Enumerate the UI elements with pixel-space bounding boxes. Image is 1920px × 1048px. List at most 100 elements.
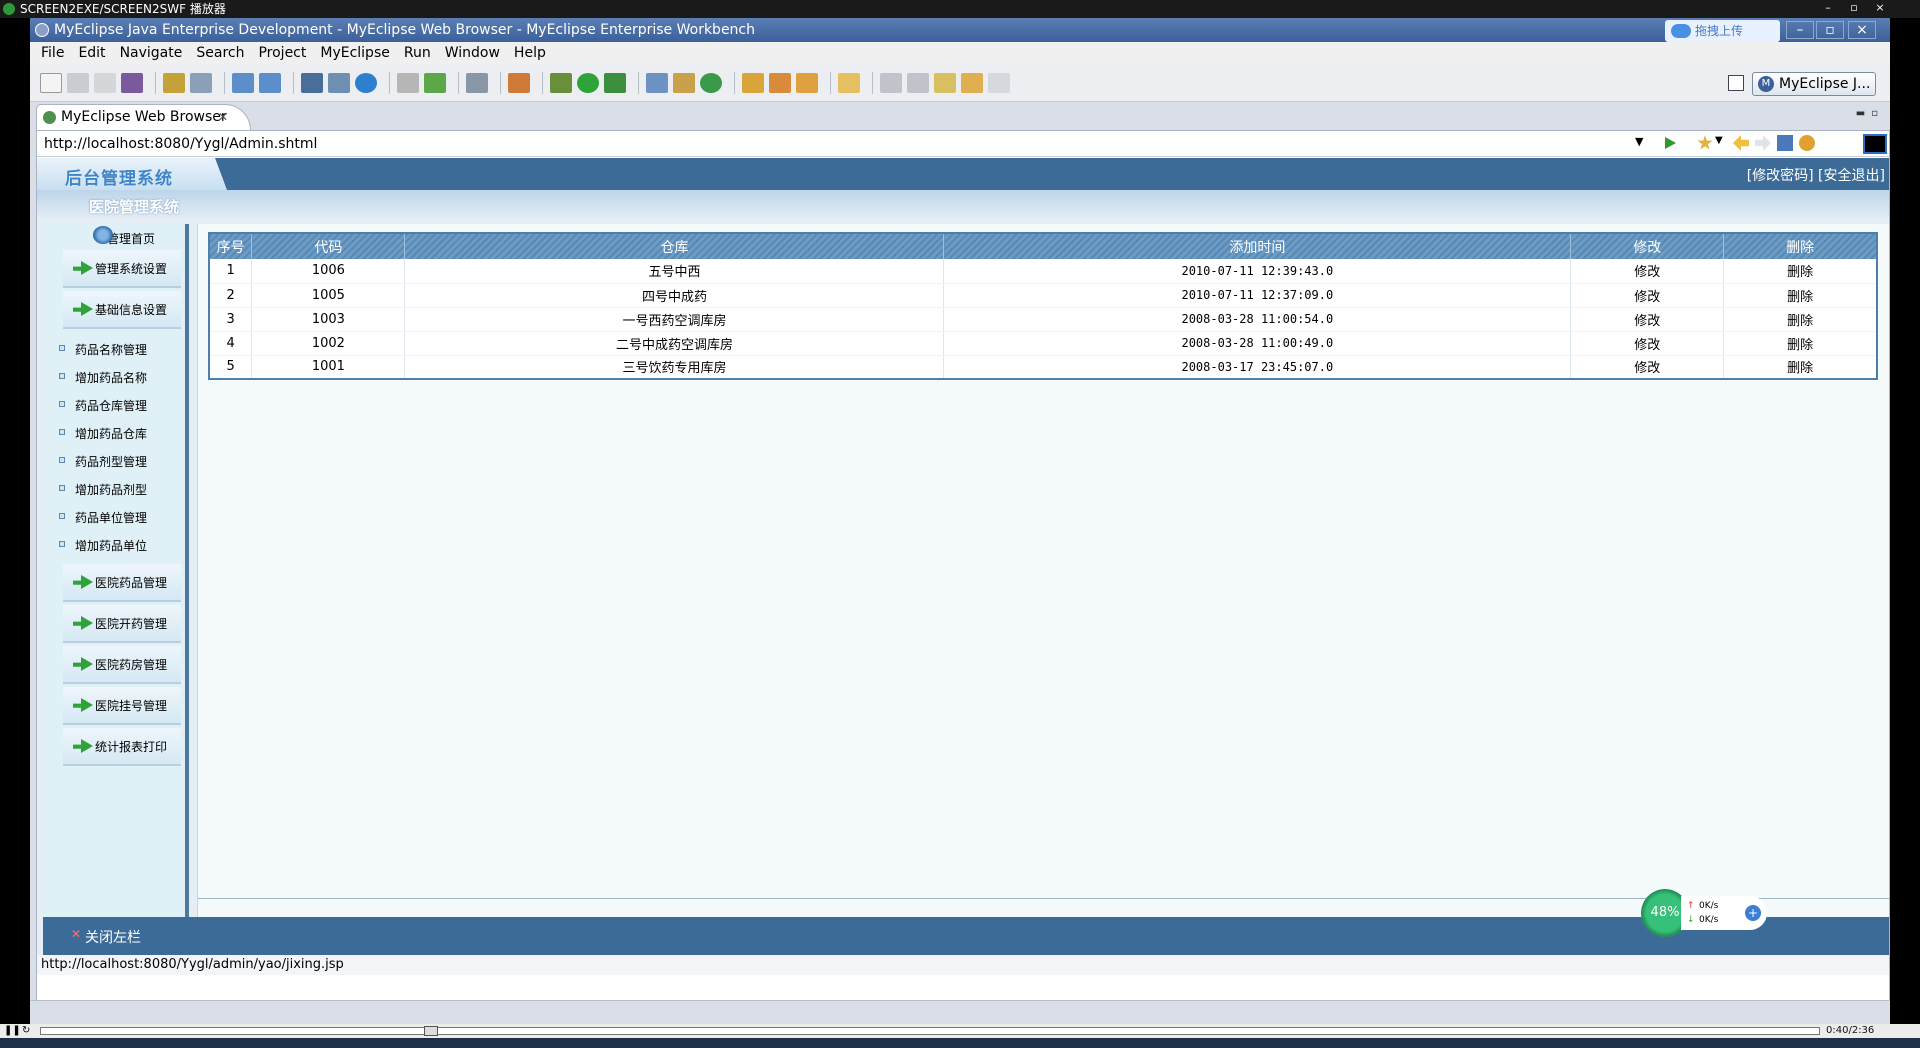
sidebar-section-prescription-manage[interactable]: 医院开药管理: [63, 605, 181, 643]
menu-navigate[interactable]: Navigate: [113, 42, 190, 64]
next-annotation-icon[interactable]: [880, 72, 902, 93]
favorites-icon[interactable]: [1697, 135, 1713, 150]
replay-icon[interactable]: ↻: [22, 1025, 30, 1036]
menu-search[interactable]: Search: [189, 42, 251, 64]
menu-file[interactable]: File: [34, 42, 71, 64]
open-folder-icon[interactable]: [742, 72, 764, 93]
screen-icon[interactable]: [466, 72, 488, 93]
minimize-maximize-icons[interactable]: ▬▫: [1856, 108, 1884, 119]
go-icon[interactable]: [1662, 135, 1678, 151]
sidebar-section-system-settings[interactable]: 管理系统设置: [63, 250, 181, 288]
sidebar-item-label: 药品仓库管理: [75, 399, 148, 413]
print-icon[interactable]: [94, 72, 116, 93]
new-package-icon[interactable]: [673, 72, 695, 93]
close-sidebar-button[interactable]: ✕ 关闭左栏: [71, 927, 141, 947]
url-input[interactable]: [39, 133, 1649, 155]
close-tab-icon[interactable]: ✕: [218, 105, 228, 129]
upload-badge[interactable]: 拖拽上传: [1665, 20, 1780, 42]
stop-icon[interactable]: [1777, 135, 1793, 151]
folder-icon[interactable]: [838, 72, 860, 93]
open-perspective-icon[interactable]: [1728, 75, 1744, 91]
forward-icon[interactable]: [1755, 135, 1771, 151]
sidebar-item-add-warehouse[interactable]: 增加药品仓库: [43, 420, 185, 448]
sidebar-section-report-print[interactable]: 统计报表打印: [63, 728, 181, 766]
menu-help[interactable]: Help: [507, 42, 553, 64]
sidebar-item-add-drug-name[interactable]: 增加药品名称: [43, 364, 185, 392]
sidebar-item-unit-manage[interactable]: 药品单位管理: [43, 504, 185, 532]
open-type-icon[interactable]: [397, 72, 419, 93]
new-icon[interactable]: [40, 72, 62, 93]
minimize-button[interactable]: –: [1786, 21, 1814, 39]
package-icon[interactable]: [328, 72, 350, 93]
open-task-icon[interactable]: [769, 72, 791, 93]
tab-web-browser[interactable]: MyEclipse Web Browser ✕: [36, 104, 251, 130]
new-class-icon[interactable]: [700, 72, 722, 93]
url-bar: ▼ ▼: [37, 131, 1889, 157]
sidebar-item-drug-name-manage[interactable]: 药品名称管理: [43, 336, 185, 364]
restore-button[interactable]: ▫: [1816, 21, 1844, 39]
back-arrow-icon[interactable]: [961, 72, 983, 93]
delete-link[interactable]: 删除: [1723, 355, 1877, 380]
delete-link[interactable]: 删除: [1723, 331, 1877, 356]
sidebar-item-add-unit[interactable]: 增加药品单位: [43, 532, 185, 560]
eclipse-window: MyEclipse Java Enterprise Development - …: [30, 18, 1890, 1024]
refresh-icon[interactable]: [1799, 135, 1815, 151]
sidebar-item-dosage-form-manage[interactable]: 药品剂型管理: [43, 448, 185, 476]
new-java-project-icon[interactable]: [646, 72, 668, 93]
playback-time: 0:40/2:36: [1826, 1025, 1875, 1036]
debug-icon[interactable]: [550, 72, 572, 93]
gear-icon[interactable]: [163, 72, 185, 93]
url-history-dropdown-icon[interactable]: ▼: [1635, 135, 1643, 148]
menu-edit[interactable]: Edit: [71, 42, 112, 64]
wizard-icon[interactable]: [232, 72, 254, 93]
close-button[interactable]: ×: [1848, 21, 1876, 39]
plus-icon[interactable]: +: [1745, 905, 1761, 921]
seek-thumb[interactable]: [423, 1026, 438, 1036]
pause-icon[interactable]: ❚❚: [4, 1025, 21, 1036]
wizard2-icon[interactable]: [259, 72, 281, 93]
menu-run[interactable]: Run: [397, 42, 438, 64]
edit-link[interactable]: 修改: [1570, 331, 1724, 356]
menu-myeclipse[interactable]: MyEclipse: [313, 42, 396, 64]
perspective-button[interactable]: M MyEclipse J...: [1752, 72, 1876, 96]
back-icon[interactable]: [1733, 135, 1749, 151]
sidebar-home[interactable]: 管理首页: [43, 224, 185, 250]
image-icon[interactable]: [508, 72, 530, 93]
sidebar-item-warehouse-manage[interactable]: 药品仓库管理: [43, 392, 185, 420]
save-icon[interactable]: [67, 72, 89, 93]
sidebar-item-add-dosage-form[interactable]: 增加药品剂型: [43, 476, 185, 504]
edit-link[interactable]: 修改: [1570, 307, 1724, 332]
hierarchy-icon[interactable]: [301, 72, 323, 93]
edit-link[interactable]: 修改: [1570, 355, 1724, 380]
favorites-dropdown-icon[interactable]: ▼: [1715, 135, 1731, 151]
network-speed-widget[interactable]: 48% ↑ 0K/s ↓ 0K/s +: [1641, 889, 1769, 937]
prev-annotation-icon[interactable]: [907, 72, 929, 93]
seek-bar[interactable]: [40, 1026, 1820, 1036]
sidebar-section-drug-manage[interactable]: 医院药品管理: [63, 564, 181, 602]
menu-window[interactable]: Window: [438, 42, 507, 64]
menu-project[interactable]: Project: [251, 42, 313, 64]
sidebar-section-basic-info[interactable]: 基础信息设置: [63, 291, 181, 329]
deploy-icon[interactable]: [121, 72, 143, 93]
header-links[interactable]: [修改密码] [安全退出]: [1747, 165, 1885, 185]
globe-icon[interactable]: [355, 72, 377, 93]
external-tools-icon[interactable]: [604, 72, 626, 93]
sidebar-section-registration-manage[interactable]: 医院挂号管理: [63, 687, 181, 725]
search-icon[interactable]: [796, 72, 818, 93]
run-icon[interactable]: [577, 72, 599, 93]
delete-link[interactable]: 删除: [1723, 259, 1877, 284]
edit-link[interactable]: 修改: [1570, 259, 1724, 284]
delete-link[interactable]: 删除: [1723, 283, 1877, 308]
web-page: 后台管理系统 [修改密码] [安全退出] 医院管理系统 管理首页 管理系统设置 …: [37, 158, 1889, 955]
player-minimize-button[interactable]: –: [1820, 1, 1836, 15]
sidebar-section-pharmacy-manage[interactable]: 医院药房管理: [63, 646, 181, 684]
forward-arrow-icon[interactable]: [988, 72, 1010, 93]
add-icon[interactable]: [424, 72, 446, 93]
last-edit-icon[interactable]: [934, 72, 956, 93]
edit-link[interactable]: 修改: [1570, 283, 1724, 308]
server-icon[interactable]: [190, 72, 212, 93]
player-close-button[interactable]: ×: [1872, 1, 1888, 15]
player-restore-button[interactable]: ▫: [1846, 1, 1862, 15]
player-title-bar: SCREEN2EXE/SCREEN2SWF 播放器 – ▫ ×: [0, 0, 1920, 18]
delete-link[interactable]: 删除: [1723, 307, 1877, 332]
